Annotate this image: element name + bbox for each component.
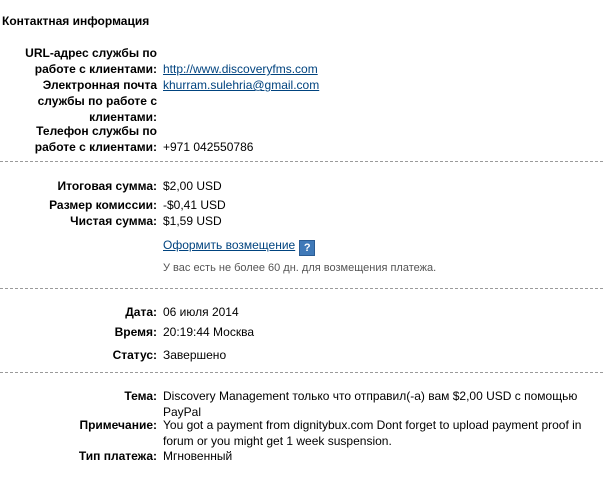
- phone-label: Телефон службы по работе с клиентами:: [34, 124, 157, 154]
- section-title: Контактная информация: [2, 14, 150, 28]
- refund-row: Оформить возмещение?: [163, 237, 316, 256]
- refund-note: У вас есть не более 60 дн. для возмещени…: [163, 262, 437, 274]
- status-value: Завершено: [163, 348, 227, 362]
- subject-label: Тема:: [124, 389, 157, 403]
- email-label: Электронная почта службы по работе с кли…: [37, 78, 157, 124]
- email-link[interactable]: khurram.sulehria@gmail.com: [163, 77, 319, 93]
- type-label: Тип платежа:: [78, 449, 157, 463]
- help-icon[interactable]: ?: [299, 240, 316, 256]
- net-label: Чистая сумма:: [70, 214, 157, 228]
- divider-2: [0, 288, 603, 289]
- total-label: Итоговая сумма:: [57, 179, 157, 193]
- fee-value: -$0,41 USD: [163, 198, 226, 212]
- refund-link[interactable]: Оформить возмещение: [163, 238, 295, 252]
- subject-value: Discovery Management только что отправил…: [163, 389, 578, 419]
- type-value: Мгновенный: [163, 449, 233, 463]
- url-label: URL-адрес службы по работе с клиентами:: [25, 46, 157, 76]
- time-label: Время:: [114, 325, 157, 339]
- net-value: $1,59 USD: [163, 214, 222, 228]
- note-label: Примечание:: [79, 418, 157, 432]
- date-value: 06 июля 2014: [163, 305, 239, 319]
- note-value: You got a payment from dignitybux.com Do…: [163, 418, 582, 448]
- fee-label: Размер комиссии:: [49, 198, 157, 212]
- divider-3: [0, 372, 603, 373]
- total-value: $2,00 USD: [163, 179, 222, 193]
- divider-1: [0, 161, 603, 162]
- url-link[interactable]: http://www.discoveryfms.com: [163, 61, 318, 77]
- status-label: Статус:: [112, 348, 157, 362]
- time-value: 20:19:44 Москва: [163, 325, 255, 339]
- date-label: Дата:: [125, 305, 157, 319]
- phone-value: +971 042550786: [163, 140, 254, 154]
